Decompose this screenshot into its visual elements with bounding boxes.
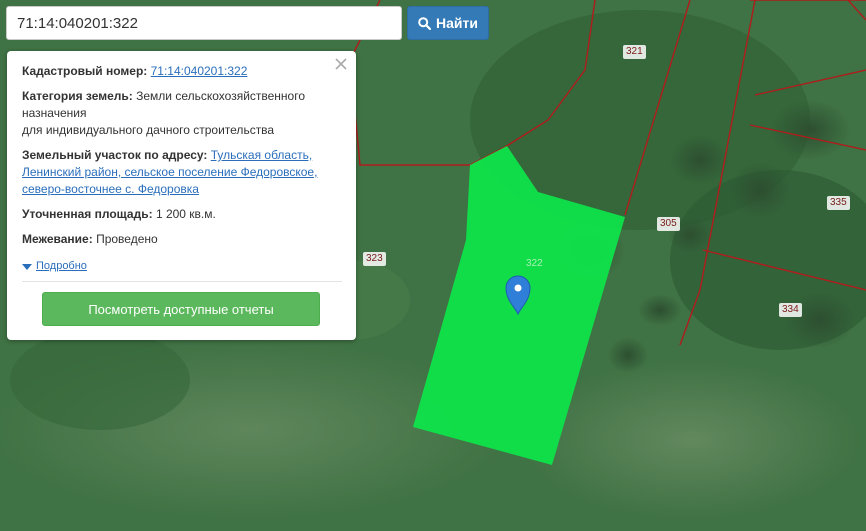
survey-label: Межевание: — [22, 232, 93, 246]
plot-label-323: 323 — [363, 252, 386, 266]
plot-label-321: 321 — [623, 45, 646, 59]
address-link-line1[interactable]: Тульская область, — [211, 148, 312, 162]
search-input[interactable] — [6, 6, 402, 40]
caret-down-icon — [22, 263, 32, 270]
details-link[interactable]: Подробно — [36, 258, 87, 275]
category-value-line1: Земли сельскохозяйственного — [136, 89, 306, 103]
survey-row: Межевание: Проведено — [22, 231, 342, 248]
search-button[interactable]: Найти — [407, 6, 489, 40]
search-icon — [418, 16, 432, 30]
category-row: Категория земель: Земли сельскохозяйстве… — [22, 88, 342, 139]
details-toggle[interactable]: Подробно — [22, 258, 342, 275]
plot-label-335: 335 — [827, 196, 850, 210]
survey-value: Проведено — [96, 232, 158, 246]
address-link-line3[interactable]: северо-восточнее с. Федоровка — [22, 182, 199, 196]
category-label: Категория земель: — [22, 89, 133, 103]
cadastral-label: Кадастровый номер: — [22, 64, 148, 78]
address-link-line2[interactable]: Ленинский район, сельское поселение Федо… — [22, 165, 317, 179]
search-button-label: Найти — [436, 15, 478, 31]
divider — [22, 281, 342, 282]
area-label: Уточненная площадь: — [22, 207, 153, 221]
category-value-line2: назначения — [22, 106, 87, 120]
area-value: 1 200 кв.м. — [155, 207, 216, 221]
plot-label-322: 322 — [526, 258, 543, 269]
category-value-line3: для индивидуального дачного строительств… — [22, 123, 275, 137]
cadastral-row: Кадастровый номер: 71:14:040201:322 — [22, 63, 342, 80]
area-row: Уточненная площадь: 1 200 кв.м. — [22, 206, 342, 223]
view-reports-button[interactable]: Посмотреть доступные отчеты — [42, 292, 320, 326]
address-row: Земельный участок по адресу: Тульская об… — [22, 147, 342, 198]
close-icon[interactable] — [334, 57, 348, 71]
address-label: Земельный участок по адресу: — [22, 148, 208, 162]
cadastral-number-link[interactable]: 71:14:040201:322 — [151, 64, 248, 78]
plot-info-panel: Кадастровый номер: 71:14:040201:322 Кате… — [7, 51, 356, 340]
plot-label-334: 334 — [779, 303, 802, 317]
plot-label-305: 305 — [657, 217, 680, 231]
